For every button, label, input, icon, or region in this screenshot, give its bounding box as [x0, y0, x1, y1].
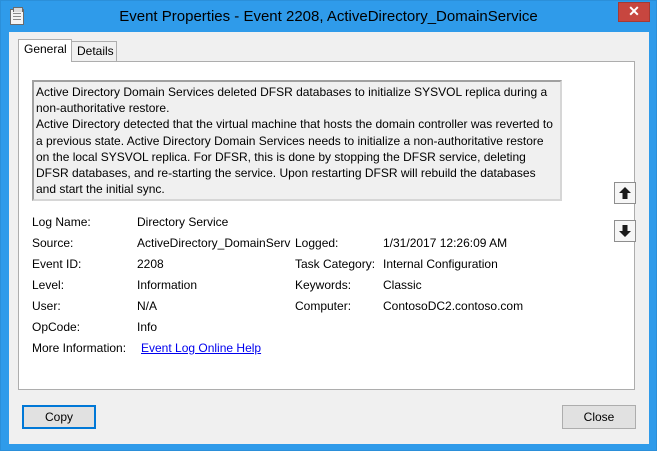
general-tab-panel: Active Directory Domain Services deleted…	[18, 61, 635, 390]
task-category-label: Task Category:	[295, 257, 376, 271]
level-value: Information	[137, 278, 198, 292]
tab-details[interactable]: Details	[71, 41, 117, 61]
previous-event-button[interactable]	[614, 182, 636, 204]
computer-label: Computer:	[295, 299, 352, 313]
logged-value: 1/31/2017 12:26:09 AM	[383, 236, 508, 250]
next-event-button[interactable]	[614, 220, 636, 242]
log-name-value: Directory Service	[137, 215, 229, 229]
log-name-label: Log Name:	[32, 215, 91, 229]
task-category-value: Internal Configuration	[383, 257, 498, 271]
event-properties-window: Event Properties - Event 2208, ActiveDir…	[0, 0, 657, 451]
description-paragraph-1: Active Directory Domain Services deleted…	[36, 85, 548, 116]
event-log-online-help-link[interactable]: Event Log Online Help	[141, 341, 261, 355]
event-id-label: Event ID:	[32, 257, 82, 271]
more-information-label: More Information:	[32, 341, 127, 355]
window-close-button[interactable]: ✕	[618, 2, 650, 22]
user-value: N/A	[137, 299, 158, 313]
title-bar[interactable]: Event Properties - Event 2208, ActiveDir…	[1, 1, 656, 33]
arrow-down-icon	[619, 225, 631, 237]
source-label: Source:	[32, 236, 74, 250]
source-value: ActiveDirectory_DomainServ	[137, 236, 291, 250]
opcode-label: OpCode:	[32, 320, 81, 334]
logged-label: Logged:	[295, 236, 339, 250]
window-title: Event Properties - Event 2208, ActiveDir…	[119, 8, 538, 25]
description-paragraph-2: Active Directory detected that the virtu…	[36, 117, 553, 197]
level-label: Level:	[32, 278, 65, 292]
opcode-value: Info	[137, 320, 158, 334]
close-button[interactable]: Close	[562, 405, 636, 429]
user-label: User:	[32, 299, 61, 313]
event-id-value: 2208	[137, 257, 164, 271]
keywords-value: Classic	[383, 278, 422, 292]
event-description-box[interactable]: Active Directory Domain Services deleted…	[32, 80, 562, 201]
keywords-label: Keywords:	[295, 278, 352, 292]
computer-value: ContosoDC2.contoso.com	[383, 299, 524, 313]
tab-general[interactable]: General	[18, 39, 72, 62]
arrow-up-icon	[619, 187, 631, 199]
dialog-client-area: General Details Active Directory Domain …	[9, 32, 649, 444]
copy-button[interactable]: Copy	[22, 405, 96, 429]
